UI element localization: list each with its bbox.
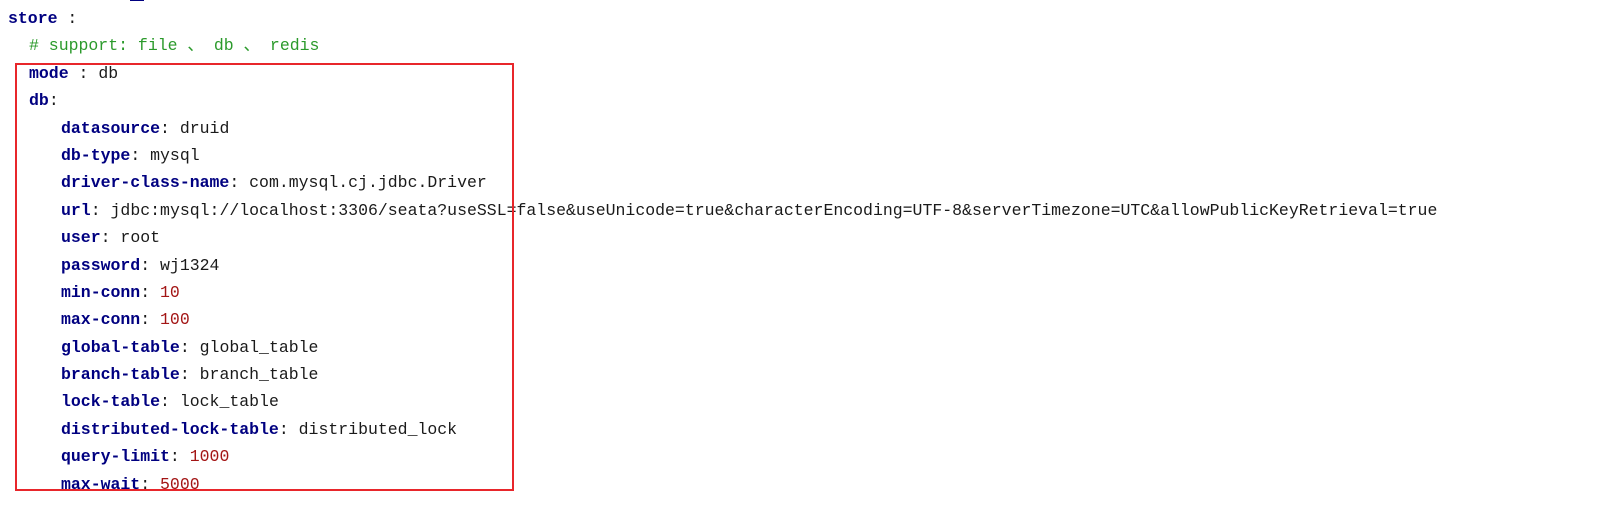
entry-key: branch-table — [61, 365, 180, 385]
entry-value: mysql — [150, 145, 200, 165]
db-entry-max-conn: max-conn: 100 — [8, 306, 1437, 333]
entry-separator: : — [179, 337, 200, 357]
entry-key: url — [61, 200, 91, 220]
entry-value: lock_table — [179, 392, 279, 412]
entry-value: 10 — [160, 282, 180, 302]
db-entry-db-type: db-type: mysql — [8, 142, 1437, 169]
db-entry-branch-table: branch-table: branch_table — [8, 361, 1437, 388]
mode-value: db — [98, 63, 119, 83]
db-entry-query-limit: query-limit: 1000 — [8, 443, 1437, 470]
clipped-previous-line — [130, 0, 144, 1]
entry-separator: : — [100, 228, 121, 248]
mode-key: mode — [29, 63, 69, 83]
entry-key: db-type — [61, 145, 131, 165]
entry-key: min-conn — [61, 282, 141, 302]
db-entry-max-wait: max-wait: 5000 — [8, 471, 1437, 498]
entry-value: com.mysql.cj.jdbc.Driver — [249, 173, 487, 193]
entry-separator: : — [169, 447, 190, 467]
db-entry-user: user: root — [8, 224, 1437, 251]
entry-key: datasource — [61, 118, 161, 138]
comment-line: # support: file 、 db 、 redis — [8, 32, 1437, 59]
entry-separator: : — [140, 282, 161, 302]
entry-key: driver-class-name — [61, 173, 230, 193]
support-comment: # support: file 、 db 、 redis — [29, 36, 320, 56]
entry-key: lock-table — [61, 392, 161, 412]
entry-value: branch_table — [199, 365, 319, 385]
entry-separator: : — [130, 145, 151, 165]
entry-value: 100 — [160, 310, 190, 330]
db-separator: : — [48, 91, 59, 111]
entry-value: 5000 — [160, 474, 200, 494]
db-entry-datasource: datasource: druid — [8, 115, 1437, 142]
db-line: db: — [8, 87, 1437, 114]
entry-separator: : — [160, 118, 180, 138]
entry-separator: : — [140, 310, 161, 330]
entry-key: password — [61, 255, 141, 275]
db-entry-min-conn: min-conn: 10 — [8, 279, 1437, 306]
entry-separator: : — [160, 392, 180, 412]
yaml-code-block: store : # support: file 、 db 、 redis mod… — [8, 5, 1437, 498]
db-entry-lock-table: lock-table: lock_table — [8, 388, 1437, 415]
entry-value: jdbc:mysql://localhost:3306/seata?useSSL… — [110, 200, 1438, 220]
entry-key: max-wait — [61, 474, 141, 494]
entry-separator: : — [278, 419, 299, 439]
entry-separator: : — [140, 474, 161, 494]
mode-line: mode : db — [8, 60, 1437, 87]
mode-separator: : — [68, 63, 99, 83]
db-entries: datasource: druid db-type: mysql driver-cl… — [8, 115, 1437, 498]
entry-key: user — [61, 228, 101, 248]
entry-key: query-limit — [61, 447, 170, 467]
entry-separator: : — [229, 173, 250, 193]
entry-separator: : — [140, 255, 161, 275]
entry-value: druid — [179, 118, 230, 138]
db-entry-password: password: wj1324 — [8, 252, 1437, 279]
db-key: db — [29, 91, 49, 111]
entry-value: 1000 — [189, 447, 230, 467]
store-separator: : — [57, 9, 78, 28]
entry-value: global_table — [199, 337, 319, 357]
entry-value: distributed_lock — [298, 419, 458, 439]
entry-value: wj1324 — [160, 255, 220, 275]
db-entry-url: url: jdbc:mysql://localhost:3306/seata?u… — [8, 197, 1437, 224]
db-entry-global-table: global-table: global_table — [8, 334, 1437, 361]
entry-key: max-conn — [61, 310, 141, 330]
db-entry-distributed-lock-table: distributed-lock-table: distributed_lock — [8, 416, 1437, 443]
db-entry-driver-class-name: driver-class-name: com.mysql.cj.jdbc.Dri… — [8, 169, 1437, 196]
entry-separator: : — [179, 365, 200, 385]
store-key: store — [8, 9, 58, 28]
entry-separator: : — [90, 200, 111, 220]
entry-key: distributed-lock-table — [61, 419, 279, 439]
store-line: store : — [8, 5, 1437, 32]
entry-value: root — [120, 228, 161, 248]
entry-key: global-table — [61, 337, 180, 357]
